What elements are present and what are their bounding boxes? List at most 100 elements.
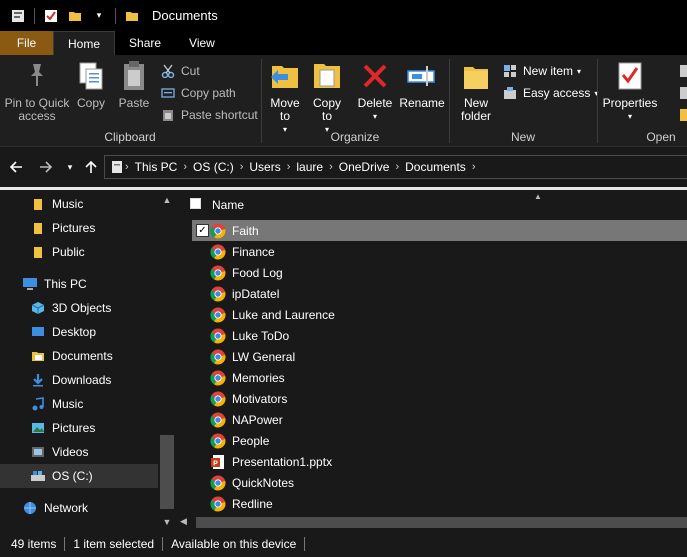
paste-shortcut-button[interactable]: Paste shortcut <box>160 107 258 123</box>
ribbon-tabs: File Home Share View <box>0 31 687 55</box>
column-header-name[interactable]: Name <box>212 198 244 212</box>
select-all-checkbox[interactable] <box>190 198 201 209</box>
file-name: Redline <box>232 496 273 511</box>
delete-label: Delete <box>357 96 393 110</box>
scroll-up-icon[interactable]: ▲ <box>158 192 176 208</box>
address-bar[interactable]: › This PC › OS (C:) › Users › laure › On… <box>104 155 687 179</box>
breadcrumb-this-pc[interactable]: This PC <box>129 160 184 174</box>
new-item-button[interactable]: New item ▾ <box>502 63 581 79</box>
pin-icon <box>21 59 53 93</box>
tab-share[interactable]: Share <box>115 31 175 55</box>
back-arrow-icon[interactable] <box>6 157 26 177</box>
folder-quick-icon[interactable] <box>67 8 83 24</box>
cut-button[interactable]: Cut <box>160 63 200 79</box>
scrollbar-thumb[interactable] <box>196 517 687 528</box>
svg-text:P: P <box>213 460 218 467</box>
nav-item-desktop[interactable]: Desktop <box>0 320 158 344</box>
scroll-down-icon[interactable]: ▼ <box>158 514 176 530</box>
move-to-button[interactable]: Move to ▾ <box>268 59 302 136</box>
recent-locations-chevron-icon[interactable]: ▾ <box>60 157 80 177</box>
rename-button[interactable]: Rename <box>399 59 445 110</box>
divider <box>34 7 35 24</box>
new-item-dropdown-icon: ▾ <box>577 66 582 76</box>
file-row[interactable]: Finance <box>192 241 687 262</box>
nav-item-downloads[interactable]: Downloads <box>0 368 158 392</box>
file-row[interactable]: QuickNotes <box>192 472 687 493</box>
column-header: Name <box>176 190 687 218</box>
nav-item-videos[interactable]: Videos <box>0 440 158 464</box>
file-row[interactable]: LW General <box>192 346 687 367</box>
item-count: 49 items <box>11 537 57 551</box>
navigation-pane-scrollbar[interactable]: ▲ ▼ <box>158 190 176 531</box>
breadcrumb-laure[interactable]: laure <box>290 160 329 174</box>
nav-item-pictures[interactable]: Pictures <box>0 416 158 440</box>
forward-arrow-icon[interactable] <box>36 157 56 177</box>
history-button-partial[interactable] <box>678 107 687 123</box>
nav-item-3d-objects[interactable]: 3D Objects <box>0 296 158 320</box>
file-row[interactable]: ipDatatel <box>192 283 687 304</box>
scrollbar-thumb[interactable] <box>160 435 174 509</box>
file-row[interactable]: Luke and Laurence <box>192 304 687 325</box>
nav-item-public[interactable]: Public <box>0 240 158 264</box>
copy-to-button[interactable]: Copy to ▾ <box>310 59 344 136</box>
ribbon: Pin to Quick access Copy Paste Cut Copy … <box>0 55 687 147</box>
copy-label: Copy <box>76 96 105 110</box>
file-list-horizontal-scrollbar[interactable]: ◀ <box>176 514 687 531</box>
checkmark-quick-icon[interactable] <box>43 8 59 24</box>
open-button-partial[interactable] <box>678 63 687 79</box>
nav-item-music-quick[interactable]: Music <box>0 192 158 216</box>
pin-to-quick-access-button[interactable]: Pin to Quick access <box>4 59 70 123</box>
nav-item-this-pc[interactable]: This PC <box>0 272 158 296</box>
copy-button[interactable]: Copy <box>74 59 108 110</box>
breadcrumb-os-c[interactable]: OS (C:) <box>187 160 240 174</box>
nav-item-label: Music <box>52 397 84 411</box>
delete-button[interactable]: Delete ▾ <box>358 59 392 123</box>
nav-item-os-c[interactable]: OS (C:) <box>0 464 158 488</box>
file-row[interactable]: Luke ToDo <box>192 325 687 346</box>
paste-button[interactable]: Paste <box>116 59 152 110</box>
nav-item-pictures-quick[interactable]: Pictures <box>0 216 158 240</box>
file-row[interactable]: Motivators <box>192 388 687 409</box>
customize-dropdown-icon[interactable]: ▾ <box>91 8 107 24</box>
documents-icon <box>30 348 46 364</box>
nav-item-music[interactable]: Music <box>0 392 158 416</box>
scissors-icon <box>160 63 176 79</box>
copy-to-icon <box>311 59 343 93</box>
tab-home[interactable]: Home <box>53 31 116 55</box>
nav-item-label: OS (C:) <box>52 469 93 483</box>
copy-path-label: Copy path <box>181 86 236 100</box>
file-row[interactable]: ✓ Faith <box>192 220 687 241</box>
file-row[interactable]: Food Log <box>192 262 687 283</box>
breadcrumb-documents[interactable]: Documents <box>399 160 472 174</box>
properties-button[interactable]: Properties ▾ <box>602 59 658 123</box>
nav-item-network[interactable]: Network <box>0 496 158 520</box>
breadcrumb-chevron-icon[interactable]: › <box>472 161 476 173</box>
scroll-left-icon[interactable]: ◀ <box>180 516 187 527</box>
breadcrumb-users[interactable]: Users <box>243 160 286 174</box>
divider <box>64 537 66 551</box>
edit-button-partial[interactable] <box>678 85 687 101</box>
paste-label: Paste <box>118 96 150 110</box>
properties-quick-icon[interactable] <box>10 8 26 24</box>
tab-file[interactable]: File <box>0 31 53 55</box>
file-row[interactable]: NAPower <box>192 409 687 430</box>
clipboard-group: Pin to Quick access Copy Paste Cut Copy … <box>0 55 260 147</box>
chrome-icon <box>210 370 232 386</box>
breadcrumb-onedrive[interactable]: OneDrive <box>333 160 396 174</box>
file-row[interactable]: Memories <box>192 367 687 388</box>
file-row[interactable]: Redline <box>192 493 687 514</box>
file-row[interactable]: P Presentation1.pptx <box>192 451 687 472</box>
up-arrow-icon[interactable] <box>81 157 101 177</box>
file-name: Memories <box>232 370 285 385</box>
chrome-icon <box>210 265 232 281</box>
properties-label: Properties <box>602 96 658 110</box>
tab-view[interactable]: View <box>175 31 229 55</box>
copy-path-button[interactable]: Copy path <box>160 85 236 101</box>
file-row[interactable]: People <box>192 430 687 451</box>
nav-item-documents[interactable]: Documents <box>0 344 158 368</box>
move-to-icon <box>269 59 301 93</box>
easy-access-button[interactable]: Easy access ▾ <box>502 85 598 101</box>
new-folder-button[interactable]: New folder <box>456 59 496 123</box>
row-checkbox[interactable]: ✓ <box>196 224 209 237</box>
chrome-icon <box>210 223 232 239</box>
